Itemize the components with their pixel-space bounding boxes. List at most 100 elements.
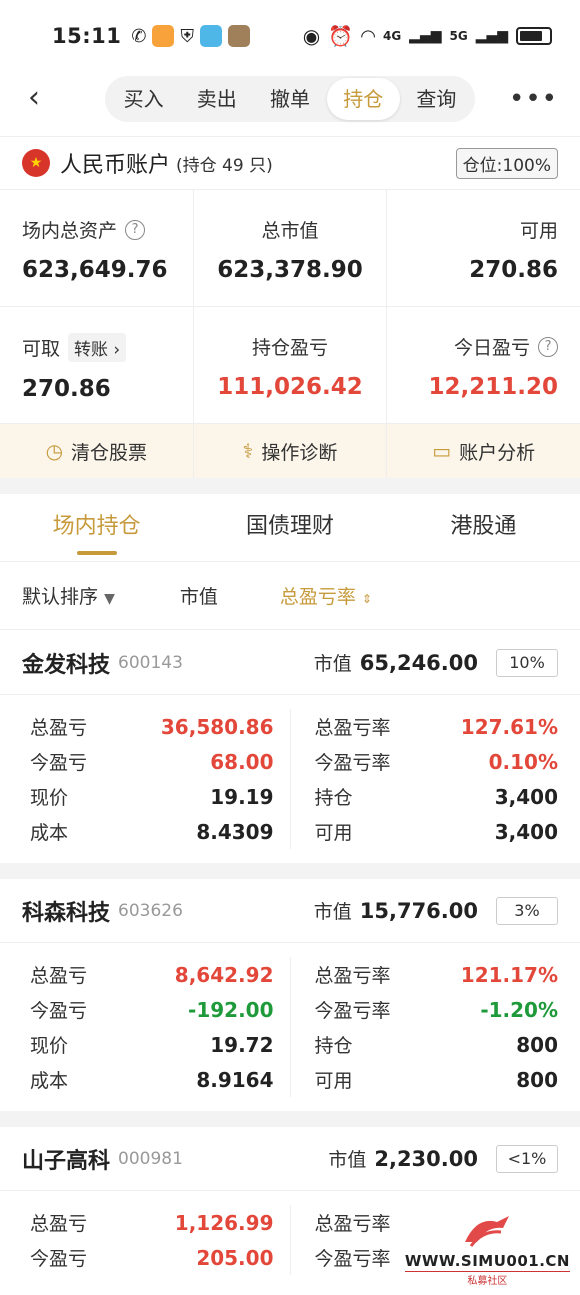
- tab-sell[interactable]: 卖出: [180, 78, 253, 120]
- market-value-label: 市值: [328, 1149, 367, 1171]
- diagnosis-button[interactable]: ⚕ 操作诊断: [194, 424, 388, 478]
- missed-call-icon: ✆: [131, 25, 147, 47]
- action-label: 账户分析: [459, 441, 536, 464]
- label: 现价: [30, 787, 69, 809]
- account-header: ★ 人民币账户 (持仓 49 只) 仓位:100%: [0, 136, 580, 190]
- available-value: 270.86: [469, 257, 559, 283]
- label: 总盈亏: [30, 965, 88, 987]
- caret-down-icon: ▼: [104, 591, 115, 607]
- tab-onexchange-holdings[interactable]: 场内持仓: [0, 494, 193, 561]
- current-price: 19.72: [210, 1032, 274, 1057]
- weight-badge: <1%: [496, 1144, 558, 1173]
- help-icon[interactable]: ?: [125, 219, 146, 240]
- holding-count: (持仓 49 只): [176, 155, 273, 176]
- tab-query[interactable]: 查询: [400, 78, 473, 120]
- status-time: 15:11: [52, 24, 122, 48]
- position-pnl-label: 持仓盈亏: [252, 337, 329, 359]
- market-value-label: 总市值: [261, 220, 319, 242]
- sort-arrows-icon: ⇕: [361, 592, 372, 606]
- available-label: 可用: [520, 220, 559, 242]
- label: 持仓: [314, 787, 353, 809]
- tab-buy[interactable]: 买入: [107, 78, 180, 120]
- label: 成本: [30, 822, 69, 844]
- total-assets-label: 场内总资产: [22, 220, 118, 242]
- total-pnl: 36,580.86: [160, 714, 274, 739]
- china-flag-icon: ★: [22, 149, 50, 177]
- today-pnl: 205.00: [196, 1245, 274, 1270]
- label: 现价: [30, 1035, 69, 1057]
- sort-total-rate-label: 总盈亏率: [279, 586, 356, 608]
- market-value-label: 市值: [313, 901, 352, 923]
- stock-name: 科森科技: [22, 900, 111, 926]
- transfer-label: 转账: [74, 340, 109, 360]
- today-pnl-cell: 今日盈亏? 12,211.20: [387, 307, 580, 423]
- eye-icon: ◉: [302, 24, 321, 48]
- withdrawable-label: 可取: [22, 338, 61, 360]
- label: 今盈亏率: [314, 1000, 391, 1022]
- weight-badge: 3%: [496, 896, 558, 925]
- label: 成本: [30, 1070, 69, 1092]
- action-label: 清仓股票: [71, 441, 148, 464]
- signal-bars-icon: ▂▄▆: [409, 28, 442, 44]
- current-price: 19.19: [210, 784, 274, 809]
- tab-hk-connect[interactable]: 港股通: [387, 494, 580, 561]
- top-nav: ‹ 买入 卖出 撤单 持仓 查询 •••: [0, 72, 580, 128]
- app-notification-icon: [152, 25, 175, 47]
- sort-market-value[interactable]: 市值: [180, 582, 218, 609]
- total-rate: 127.61%: [460, 714, 558, 739]
- chart-monitor-icon: ▭: [432, 439, 452, 463]
- total-assets-value: 623,649.76: [22, 257, 168, 283]
- stock-code: 603626: [118, 900, 183, 921]
- withdrawable-value: 270.86: [22, 376, 111, 402]
- position-pnl-value: 111,026.42: [217, 374, 363, 400]
- tab-treasury[interactable]: 国债理财: [193, 494, 386, 561]
- position-pnl-cell: 持仓盈亏 111,026.42: [194, 307, 388, 423]
- available-qty: 3,400: [494, 819, 558, 844]
- battery-icon: [516, 27, 552, 45]
- label: 今盈亏率: [314, 752, 391, 774]
- clear-stocks-button[interactable]: ◷ 清仓股票: [0, 424, 194, 478]
- more-menu-icon[interactable]: •••: [509, 84, 558, 114]
- sort-default-dropdown[interactable]: 默认排序 ▼: [22, 582, 115, 609]
- account-analysis-button[interactable]: ▭ 账户分析: [387, 424, 580, 478]
- account-title: 人民币账户: [60, 153, 171, 178]
- action-label: 操作诊断: [261, 441, 338, 464]
- label: 今盈亏: [30, 1000, 88, 1022]
- cost-price: 8.4309: [196, 819, 274, 844]
- holding-card[interactable]: 科森科技 603626 市值 15,776.00 3% 总盈亏 8,642.92 …: [0, 879, 580, 1127]
- label: 可用: [314, 822, 353, 844]
- label: 总盈亏率: [314, 717, 391, 739]
- today-rate: 0.10%: [488, 749, 558, 774]
- total-pnl: 1,126.99: [174, 1210, 274, 1235]
- back-arrow-icon[interactable]: ‹: [28, 83, 58, 114]
- status-bar: 15:11 ✆ ⛨ ◉ ⏰ ◠ 4G ▂▄▆ 5G ▂▄▆: [0, 0, 580, 72]
- today-pnl-label: 今日盈亏: [454, 337, 531, 359]
- today-pnl: 68.00: [210, 749, 274, 774]
- holding-tabs: 场内持仓 国债理财 港股通: [0, 494, 580, 562]
- holdings-list: 金发科技 600143 市值 65,246.00 10% 总盈亏 36,580.8…: [0, 631, 580, 1289]
- label: 可用: [314, 1070, 353, 1092]
- watermark-subtext: 私募社区: [404, 1271, 570, 1287]
- available-cell: 可用 270.86: [387, 190, 580, 306]
- asset-summary: 场内总资产? 623,649.76 总市值 623,378.90 可用 270.…: [0, 190, 580, 424]
- total-pnl: 8,642.92: [174, 962, 274, 987]
- watermark-text: WWW.SIMU001.CN: [404, 1252, 570, 1270]
- sort-total-rate[interactable]: 总盈亏率 ⇕: [280, 582, 372, 609]
- market-value: 65,246.00: [359, 650, 478, 675]
- today-pnl-value: 12,211.20: [428, 374, 559, 400]
- trade-tabs: 买入 卖出 撤单 持仓 查询: [105, 76, 475, 122]
- today-rate: -1.20%: [480, 997, 558, 1022]
- market-value-label: 市值: [313, 653, 352, 675]
- avatar-app-icon: [227, 25, 250, 47]
- weight-badge: 10%: [496, 648, 558, 677]
- account-actions: ◷ 清仓股票 ⚕ 操作诊断 ▭ 账户分析: [0, 424, 580, 478]
- holding-card[interactable]: 金发科技 600143 市值 65,246.00 10% 总盈亏 36,580.8…: [0, 631, 580, 879]
- help-icon[interactable]: ?: [538, 336, 559, 357]
- signal-bars-icon: ▂▄▆: [475, 28, 508, 44]
- transfer-button[interactable]: 转账 ›: [68, 333, 127, 362]
- stock-code: 600143: [118, 652, 183, 673]
- tab-holdings[interactable]: 持仓: [326, 78, 400, 120]
- site-watermark: WWW.SIMU001.CN 私募社区: [404, 1212, 570, 1287]
- market-value: 15,776.00: [359, 898, 478, 923]
- tab-cancel[interactable]: 撤单: [253, 78, 326, 120]
